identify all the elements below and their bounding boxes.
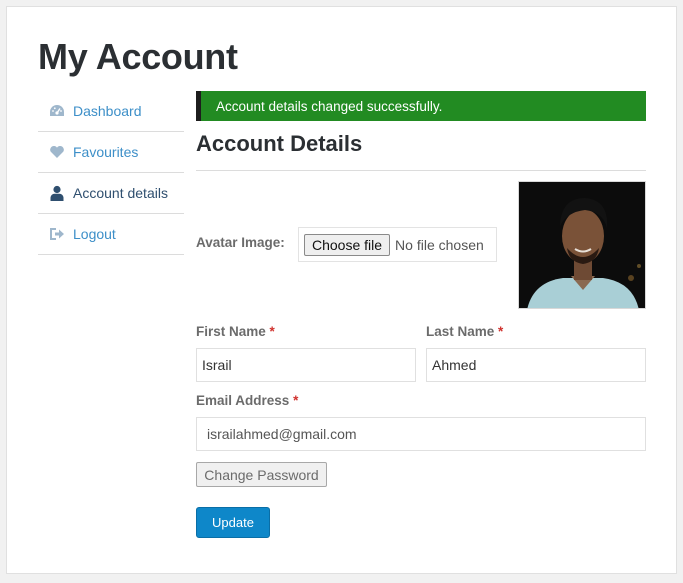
last-name-label: Last Name * bbox=[426, 324, 503, 339]
sidebar-item-dashboard[interactable]: Dashboard bbox=[38, 91, 184, 132]
avatar-file-input[interactable]: Choose file No file chosen bbox=[298, 227, 497, 262]
file-status: No file chosen bbox=[395, 236, 484, 253]
sidebar-item-favourites[interactable]: Favourites bbox=[38, 132, 184, 173]
last-name-group: Last Name * bbox=[426, 323, 646, 382]
avatar-row: Avatar Image: Choose file No file chosen bbox=[196, 171, 646, 311]
first-name-input[interactable] bbox=[196, 348, 416, 382]
success-notice: Account details changed successfully. bbox=[196, 91, 646, 121]
account-card: My Account Dashboard Favourites Account … bbox=[6, 6, 677, 574]
email-group: Email Address * bbox=[196, 392, 646, 451]
change-password-button[interactable]: Change Password bbox=[196, 462, 327, 487]
sidebar-item-label: Account details bbox=[73, 185, 168, 201]
account-details-form: Account details changed successfully. Ac… bbox=[196, 91, 646, 538]
section-title: Account Details bbox=[196, 131, 646, 171]
last-name-label-text: Last Name bbox=[426, 324, 495, 339]
update-button[interactable]: Update bbox=[196, 507, 270, 538]
email-label: Email Address * bbox=[196, 393, 298, 408]
sidebar-item-label: Dashboard bbox=[73, 103, 142, 119]
choose-file-button[interactable]: Choose file bbox=[304, 233, 391, 256]
dashboard-icon bbox=[49, 103, 65, 119]
last-name-input[interactable] bbox=[426, 348, 646, 382]
email-input[interactable] bbox=[196, 417, 646, 451]
first-name-label: First Name * bbox=[196, 324, 275, 339]
required-marker: * bbox=[293, 393, 299, 408]
first-name-group: First Name * bbox=[196, 323, 416, 382]
email-label-text: Email Address bbox=[196, 393, 290, 408]
page-title: My Account bbox=[38, 36, 238, 77]
logout-icon bbox=[49, 226, 65, 242]
sidebar-item-label: Logout bbox=[73, 226, 116, 242]
user-icon bbox=[49, 185, 65, 201]
required-marker: * bbox=[269, 324, 275, 339]
avatar-label: Avatar Image: bbox=[196, 235, 285, 250]
sidebar-item-label: Favourites bbox=[73, 144, 139, 160]
heart-icon bbox=[49, 144, 65, 160]
first-name-label-text: First Name bbox=[196, 324, 266, 339]
sidebar-item-logout[interactable]: Logout bbox=[38, 214, 184, 255]
account-sidebar: Dashboard Favourites Account details Log… bbox=[38, 91, 184, 255]
sidebar-item-account-details[interactable]: Account details bbox=[38, 173, 184, 214]
required-marker: * bbox=[498, 324, 504, 339]
name-row: First Name * Last Name * bbox=[196, 323, 646, 385]
avatar-image bbox=[518, 181, 646, 309]
